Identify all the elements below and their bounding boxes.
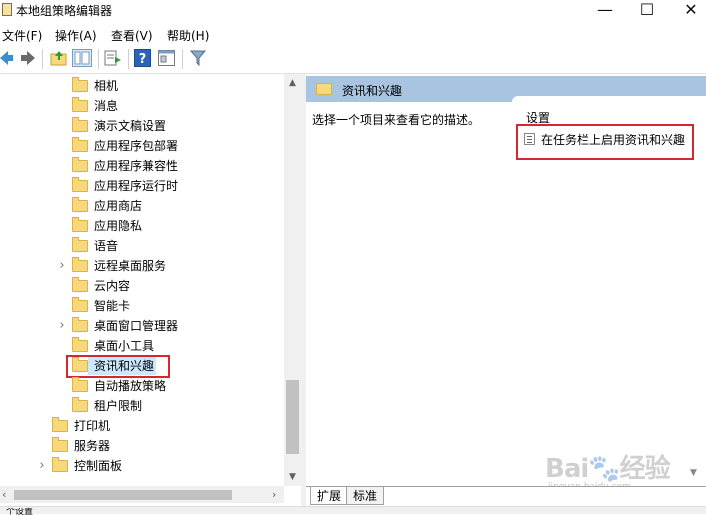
tree-item-label: 云内容 — [94, 279, 131, 293]
folder-icon — [72, 117, 88, 132]
tree-item-label: 自动播放策略 — [94, 379, 167, 393]
folder-icon — [72, 337, 88, 352]
setting-item-enable-news-and-interests[interactable]: 在任务栏上启用资讯和兴趣 — [541, 131, 685, 148]
folder-icon — [72, 137, 88, 152]
folder-icon — [72, 277, 88, 292]
tree-item-label: 资讯和兴趣 — [94, 359, 155, 373]
tree-item-label: 桌面窗口管理器 — [94, 319, 179, 333]
folder-icon — [72, 397, 88, 412]
help-icon[interactable]: ? — [134, 49, 152, 67]
watermark-logo: Bai🐾经验 — [545, 454, 671, 484]
folder-icon — [52, 417, 68, 432]
tree-item-label: 应用程序包部署 — [94, 139, 179, 153]
minimize-button[interactable]: — — [582, 0, 628, 22]
tree-item-label: 演示文稿设置 — [94, 119, 167, 133]
tree-item-label: 应用程序运行时 — [94, 179, 179, 193]
back-icon[interactable] — [0, 50, 14, 66]
filter-icon[interactable] — [190, 50, 206, 66]
menu-bar — [0, 22, 706, 44]
folder-icon — [72, 257, 88, 272]
scroll-down-arrow-icon[interactable]: ▼ — [690, 468, 697, 478]
menu-view[interactable]: 查看(V) — [111, 27, 153, 44]
toolbar-separator — [42, 49, 43, 69]
forward-icon[interactable] — [20, 50, 36, 66]
tree-item-label: 打印机 — [74, 419, 111, 433]
details-description: 选择一个项目来查看它的描述。 — [312, 113, 481, 127]
properties-icon[interactable] — [158, 50, 176, 66]
folder-icon — [72, 357, 88, 372]
tree-vertical-scroll-thumb[interactable] — [286, 380, 299, 454]
maximize-button[interactable]: ☐ — [624, 0, 670, 22]
folder-icon — [72, 97, 88, 112]
tree-item-label: 远程桌面服务 — [94, 259, 167, 273]
toolbar-separator — [98, 49, 99, 69]
folder-icon — [72, 217, 88, 232]
svg-text:?: ? — [139, 52, 147, 67]
scroll-down-arrow-icon[interactable]: ▼ — [284, 472, 301, 482]
folder-icon — [316, 83, 332, 95]
scroll-up-arrow-icon[interactable]: ▲ — [284, 78, 301, 88]
chevron-right-icon[interactable]: › — [36, 456, 48, 476]
chevron-right-icon[interactable]: › — [56, 256, 68, 276]
tree-item-label: 消息 — [94, 99, 119, 113]
folder-icon — [72, 77, 88, 92]
menu-action[interactable]: 操作(A) — [55, 27, 97, 44]
tree-item-label: 语音 — [94, 239, 119, 253]
folder-icon — [72, 317, 88, 332]
tree-item-label: 服务器 — [74, 439, 111, 453]
folder-icon — [52, 457, 68, 472]
policy-setting-icon — [524, 133, 535, 145]
tree-item-label: 智能卡 — [94, 299, 131, 313]
window-title: 本地组策略编辑器 — [16, 4, 113, 18]
gpedit-app-icon — [2, 3, 12, 16]
tree-item-label: 应用商店 — [94, 199, 143, 213]
tab-standard[interactable]: 标准 — [346, 487, 385, 505]
tree-item-label: 租户限制 — [94, 399, 143, 413]
chevron-right-icon[interactable]: › — [56, 316, 68, 336]
folder-icon — [52, 437, 68, 452]
folder-icon — [72, 157, 88, 172]
folder-icon — [72, 177, 88, 192]
up-folder-icon[interactable] — [50, 50, 68, 66]
folder-icon — [72, 197, 88, 212]
folder-icon — [72, 237, 88, 252]
close-button[interactable]: ✕ — [668, 0, 706, 22]
toolbar-separator — [128, 49, 129, 69]
menu-file[interactable]: 文件(F) — [2, 27, 42, 44]
show-hide-tree-icon[interactable] — [72, 49, 92, 67]
tab-extended[interactable]: 扩展 — [310, 487, 349, 505]
tree-item-label: 控制面板 — [74, 459, 123, 473]
folder-icon — [72, 297, 88, 312]
tree-item-label: 桌面小工具 — [94, 339, 155, 353]
details-title: 资讯和兴趣 — [342, 84, 403, 98]
status-bar: 个设置 — [0, 506, 706, 515]
menu-help[interactable]: 帮助(H) — [167, 27, 209, 44]
folder-icon — [72, 377, 88, 392]
tree-item-label: 相机 — [94, 79, 119, 93]
tree-item-label: 应用隐私 — [94, 219, 143, 233]
export-list-icon[interactable] — [104, 50, 122, 66]
scroll-right-arrow-icon[interactable]: › — [272, 488, 276, 501]
toolbar-separator — [182, 49, 183, 69]
tree-item-label: 应用程序兼容性 — [94, 159, 179, 173]
tree-horizontal-scroll-thumb[interactable] — [14, 490, 232, 500]
scroll-left-arrow-icon[interactable]: ‹ — [2, 488, 6, 501]
